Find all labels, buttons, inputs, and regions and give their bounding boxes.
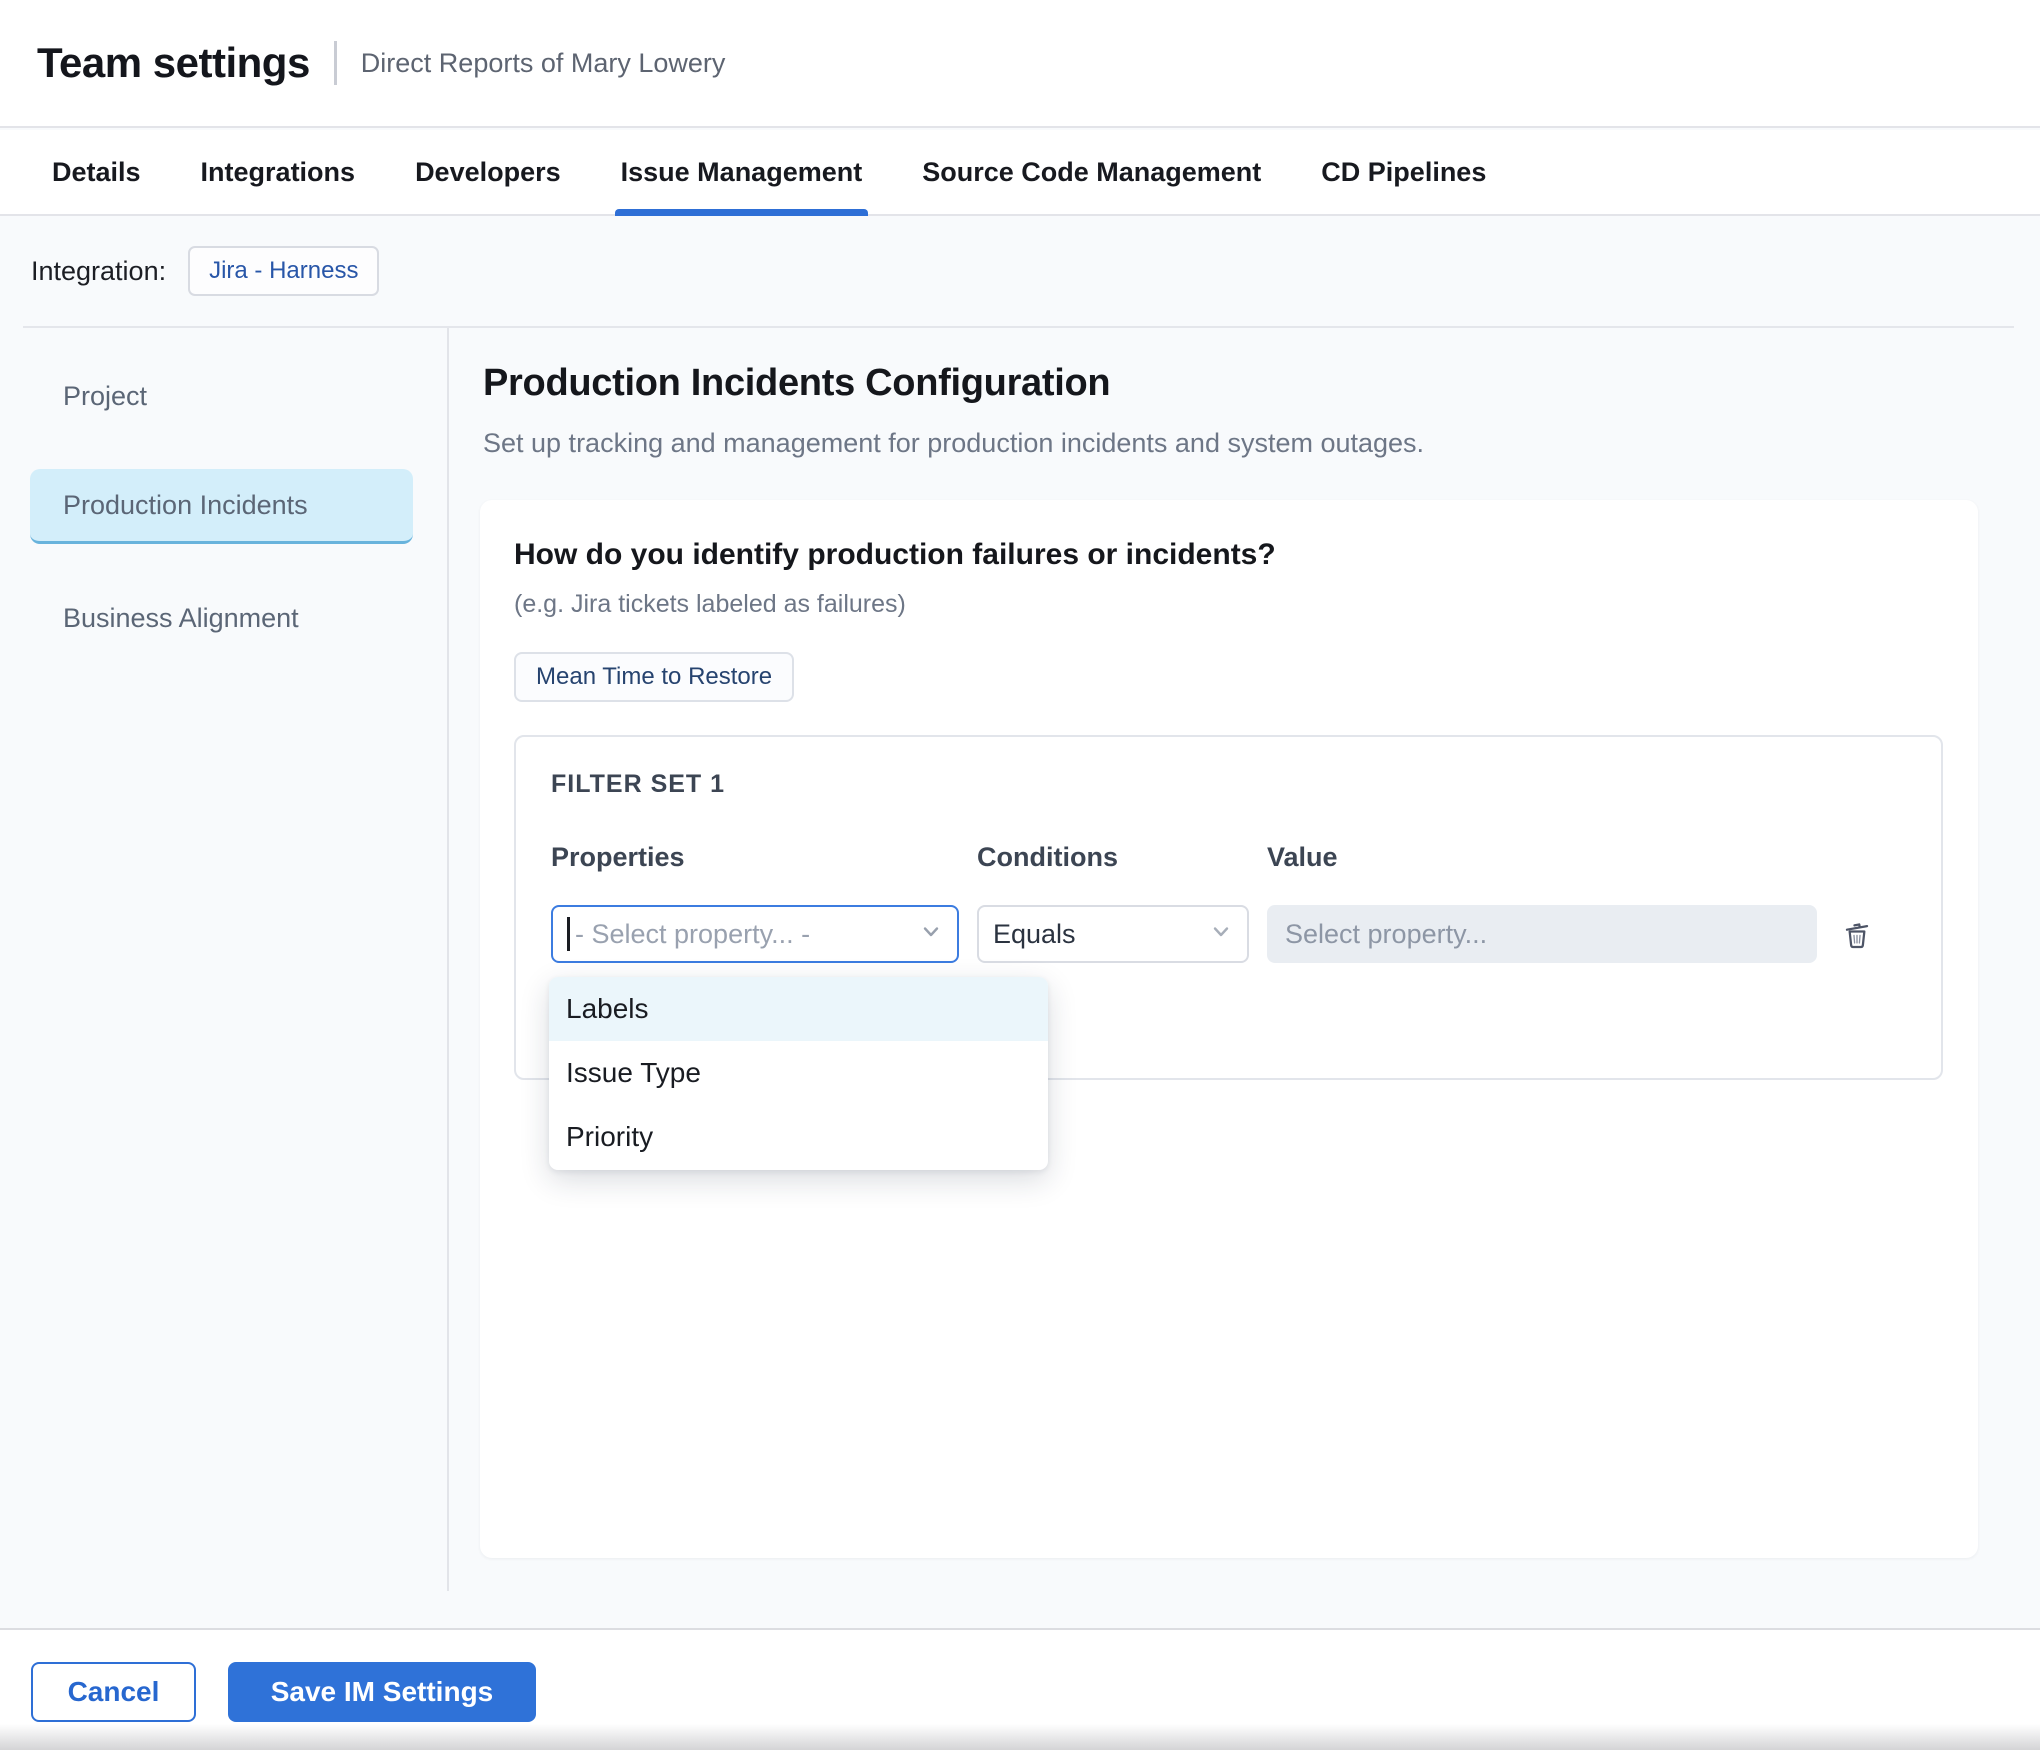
incidents-config-card: How do you identify production failures … bbox=[480, 500, 1978, 1558]
sidebar-item-label: Project bbox=[63, 381, 147, 412]
section-description: Set up tracking and management for produ… bbox=[483, 428, 1424, 459]
page-subtitle: Direct Reports of Mary Lowery bbox=[361, 48, 726, 79]
property-select-placeholder: - Select property... - bbox=[575, 919, 810, 950]
filter-column-headers: Properties Conditions Value bbox=[551, 842, 1817, 873]
filter-set-title: FILTER SET 1 bbox=[551, 770, 725, 799]
condition-select[interactable]: Equals bbox=[977, 905, 1249, 963]
card-question: How do you identify production failures … bbox=[514, 538, 1276, 572]
sidebar-item-project[interactable]: Project bbox=[30, 359, 413, 434]
dropdown-item-issue-type[interactable]: Issue Type bbox=[549, 1041, 1048, 1105]
tab-developers[interactable]: Developers bbox=[409, 130, 567, 214]
chevron-down-icon bbox=[1209, 920, 1233, 949]
page-title: Team settings bbox=[37, 39, 310, 87]
tab-bar: Details Integrations Developers Issue Ma… bbox=[0, 130, 2040, 216]
team-settings-page: Team settings Direct Reports of Mary Low… bbox=[0, 0, 2040, 1750]
tab-integrations[interactable]: Integrations bbox=[195, 130, 362, 214]
dropdown-item-labels[interactable]: Labels bbox=[549, 977, 1048, 1041]
delete-filter-button[interactable] bbox=[1835, 912, 1879, 956]
chevron-down-icon bbox=[919, 920, 943, 949]
trash-icon bbox=[1839, 915, 1875, 954]
condition-select-value: Equals bbox=[993, 919, 1076, 950]
integration-chip[interactable]: Jira - Harness bbox=[188, 246, 379, 296]
integration-label: Integration: bbox=[31, 256, 166, 287]
section-heading: Production Incidents Configuration bbox=[483, 362, 1110, 405]
tab-cd-pipelines[interactable]: CD Pipelines bbox=[1315, 130, 1492, 214]
tab-details[interactable]: Details bbox=[46, 130, 147, 214]
metric-chip-mttr[interactable]: Mean Time to Restore bbox=[514, 652, 794, 702]
value-input[interactable]: Select property... bbox=[1267, 905, 1817, 963]
card-hint: (e.g. Jira tickets labeled as failures) bbox=[514, 590, 906, 619]
column-header-value: Value bbox=[1267, 842, 1817, 873]
cancel-button[interactable]: Cancel bbox=[31, 1662, 196, 1722]
sidebar-item-label: Business Alignment bbox=[63, 603, 299, 634]
integration-row: Integration: Jira - Harness bbox=[0, 216, 2040, 326]
sidebar-item-production-incidents[interactable]: Production Incidents bbox=[30, 469, 413, 544]
page-header: Team settings Direct Reports of Mary Low… bbox=[0, 0, 2040, 128]
save-im-settings-button[interactable]: Save IM Settings bbox=[228, 1662, 536, 1722]
column-header-conditions: Conditions bbox=[977, 842, 1249, 873]
column-header-properties: Properties bbox=[551, 842, 959, 873]
sidebar-item-label: Production Incidents bbox=[63, 490, 308, 521]
property-select[interactable]: - Select property... - bbox=[551, 905, 959, 963]
tab-issue-management[interactable]: Issue Management bbox=[615, 130, 869, 214]
text-cursor bbox=[567, 917, 570, 951]
settings-body: Project Production Incidents Business Al… bbox=[0, 328, 2040, 1628]
value-input-placeholder: Select property... bbox=[1285, 919, 1487, 950]
sidebar-divider bbox=[447, 328, 449, 1591]
footer-bar: Cancel Save IM Settings bbox=[0, 1628, 2040, 1750]
tab-source-code-management[interactable]: Source Code Management bbox=[916, 130, 1267, 214]
title-separator bbox=[334, 41, 337, 85]
sidebar-item-business-alignment[interactable]: Business Alignment bbox=[30, 581, 413, 656]
dropdown-item-priority[interactable]: Priority bbox=[549, 1105, 1048, 1169]
property-dropdown: Labels Issue Type Priority bbox=[549, 977, 1048, 1170]
filter-controls-row: - Select property... - Equals bbox=[551, 905, 1879, 963]
